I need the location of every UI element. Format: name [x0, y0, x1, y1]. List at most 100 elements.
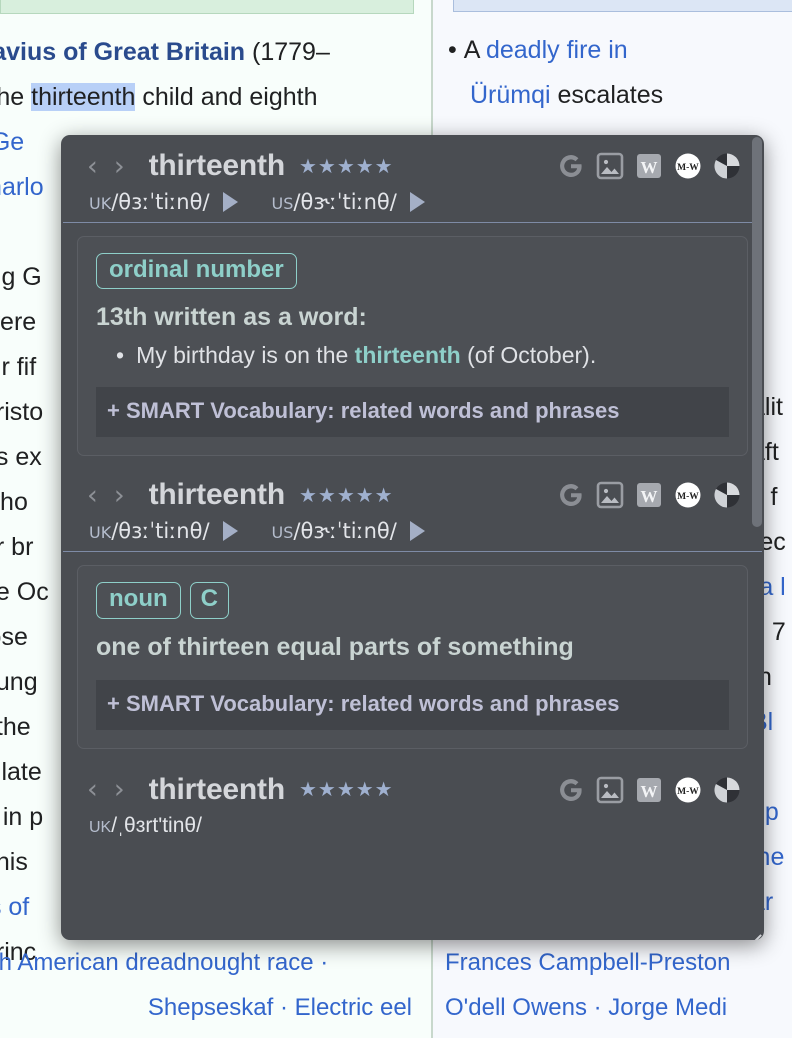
clipped-line: lose: [0, 623, 28, 651]
uk-label: UK: [89, 194, 112, 213]
difficulty-stars: ★★★★★: [298, 484, 394, 507]
lead-text-a: s the: [0, 83, 25, 111]
countable-chip: C: [189, 582, 229, 619]
entry-headword: thirteenth: [148, 772, 286, 806]
clipped-line: d in p: [0, 803, 44, 831]
smart-vocabulary-button[interactable]: + SMART Vocabulary: related words and ph…: [96, 679, 729, 730]
news-link-urumqi[interactable]: Ürümqi: [470, 81, 551, 109]
google-icon[interactable]: [556, 151, 586, 181]
clipped-line: were: [0, 308, 37, 336]
entry-headword: thirteenth: [148, 149, 286, 182]
wikipedia-icon[interactable]: W: [634, 480, 664, 510]
footer-link-line[interactable]: Frances Campbell-Preston: [445, 940, 730, 985]
prev-entry-icon[interactable]: ‹: [87, 482, 98, 509]
pronunciation-row: UK/θɜːˈtiːnθ/ US/θɝːˈtiːnθ/: [63, 183, 762, 223]
footer-link-line[interactable]: th American dreadnought race ·: [0, 940, 412, 985]
clipped-line: er br: [0, 533, 34, 561]
wikipedia-icon[interactable]: W: [634, 775, 664, 805]
clipped-line: oung: [0, 668, 38, 696]
lead-link-charlotte[interactable]: Charlo: [0, 173, 44, 201]
clipped-line[interactable]: ts of: [0, 885, 49, 930]
wordreference-icon[interactable]: [712, 151, 742, 181]
merriam-webster-icon[interactable]: M-W: [673, 775, 703, 805]
clipped-line: ing G: [0, 263, 42, 291]
footer-link-line[interactable]: Shepseskaf · Electric eel: [0, 985, 412, 1030]
example-pre: My birthday is on the: [136, 342, 355, 369]
popup-scroll-area[interactable]: ‹ › thirteenth ★★★★★ W M-W UK/θɜːˈtiːnθ/…: [61, 135, 764, 940]
clipped-line: t the: [0, 713, 31, 741]
uk-label: UK: [89, 818, 112, 836]
dictionary-popup[interactable]: ‹ › thirteenth ★★★★★ W M-W UK/θɜːˈtiːnθ/…: [61, 135, 764, 940]
entry-header: ‹ › thirteenth ★★★★★ W M-W: [61, 749, 764, 807]
uk-audio-play-icon[interactable]: [222, 192, 238, 212]
difficulty-stars: ★★★★★: [298, 779, 394, 802]
us-label: US: [271, 523, 294, 543]
us-pronunciation: US/θɝːˈtiːnθ/: [272, 519, 397, 543]
svg-text:W: W: [641, 487, 658, 506]
news-link-deadly-fire[interactable]: deadly fire in: [486, 36, 628, 64]
source-icon-group: W M-W: [556, 480, 742, 510]
svg-text:M-W: M-W: [677, 163, 699, 173]
svg-text:M-W: M-W: [677, 492, 699, 502]
footer-link-line[interactable]: O'dell Owens · Jorge Medi: [445, 985, 730, 1030]
lead-text-b: child and eighth: [135, 83, 318, 111]
us-audio-play-icon[interactable]: [409, 521, 425, 542]
article-title-link[interactable]: ctavius of Great Britain: [0, 38, 245, 66]
uk-label: UK: [89, 523, 112, 543]
uk-ipa: /θɜːˈtiːnθ/: [111, 519, 210, 544]
google-icon[interactable]: [556, 775, 586, 805]
definition-text: 13th written as a word:: [96, 303, 367, 332]
us-pronunciation: US/θɝːˈtiːnθ/: [272, 190, 397, 214]
wikipedia-icon[interactable]: W: [634, 151, 664, 181]
part-of-speech-row: ordinal number: [96, 253, 729, 290]
pos-chip: ordinal number: [96, 253, 297, 290]
lead-dates: (1779–: [245, 38, 330, 66]
google-icon[interactable]: [556, 480, 586, 510]
resize-handle-icon[interactable]: [743, 919, 764, 940]
us-ipa: /θɝːˈtiːnθ/: [293, 519, 397, 544]
uk-audio-play-icon[interactable]: [222, 521, 238, 542]
definition-card: ordinal number 13th written as a word: •…: [77, 236, 748, 457]
images-icon[interactable]: [595, 151, 625, 181]
merriam-webster-icon[interactable]: M-W: [673, 480, 703, 510]
left-clipped-lines: ing G were eir fif aristo as ex who er b…: [0, 255, 49, 975]
svg-text:M-W: M-W: [677, 787, 699, 797]
pronunciation-row: UK/θɜːˈtiːnθ/ US/θɝːˈtiːnθ/: [63, 512, 762, 553]
next-entry-icon[interactable]: ›: [114, 776, 125, 803]
svg-text:W: W: [641, 158, 658, 177]
us-audio-play-icon[interactable]: [409, 192, 425, 212]
clipped-line: as ex: [0, 443, 42, 471]
green-banner: [0, 0, 414, 14]
images-icon[interactable]: [595, 480, 625, 510]
lead-link-king-george[interactable]: g Ge: [0, 128, 24, 156]
next-entry-icon[interactable]: ›: [114, 153, 125, 180]
clipped-line: aristo: [0, 398, 44, 426]
uk-pronunciation: UK/θɜːˈtiːnθ/: [89, 190, 210, 214]
pos-chip: noun: [96, 582, 181, 619]
us-ipa: /θɝːˈtiːnθ/: [293, 190, 397, 214]
selected-word-highlight[interactable]: thirteenth: [31, 83, 136, 111]
popup-scrollbar-thumb[interactable]: [752, 137, 762, 527]
prev-entry-icon[interactable]: ‹: [87, 776, 98, 803]
images-icon[interactable]: [595, 775, 625, 805]
right-footer-links: Frances Campbell-Preston O'dell Owens · …: [445, 940, 730, 1030]
wordreference-icon[interactable]: [712, 775, 742, 805]
in-the-news-item: • A deadly fire in Ürümqi escalates: [448, 36, 664, 109]
pronunciation-row: UK/ˌθɜrt'tinθ/: [63, 807, 762, 846]
clipped-line: eir fif: [0, 353, 37, 381]
next-entry-icon[interactable]: ›: [114, 482, 125, 509]
uk-pronunciation: UK/θɜːˈtiːnθ/: [89, 519, 210, 543]
bullet-icon: •: [116, 342, 125, 369]
news-text-b: escalates: [550, 81, 664, 109]
prev-entry-icon[interactable]: ‹: [87, 153, 98, 180]
wordreference-icon[interactable]: [712, 480, 742, 510]
blue-banner: [453, 0, 792, 12]
source-icon-group: W M-W: [556, 151, 742, 181]
clipped-line: who: [0, 488, 28, 516]
definition-text: one of thirteen equal parts of something: [96, 632, 574, 661]
smart-vocabulary-button[interactable]: + SMART Vocabulary: related words and ph…: [96, 387, 729, 438]
news-text-a: A: [463, 36, 486, 64]
clipped-line: s late: [0, 758, 42, 786]
merriam-webster-icon[interactable]: M-W: [673, 151, 703, 181]
part-of-speech-row: noun C: [96, 582, 729, 619]
